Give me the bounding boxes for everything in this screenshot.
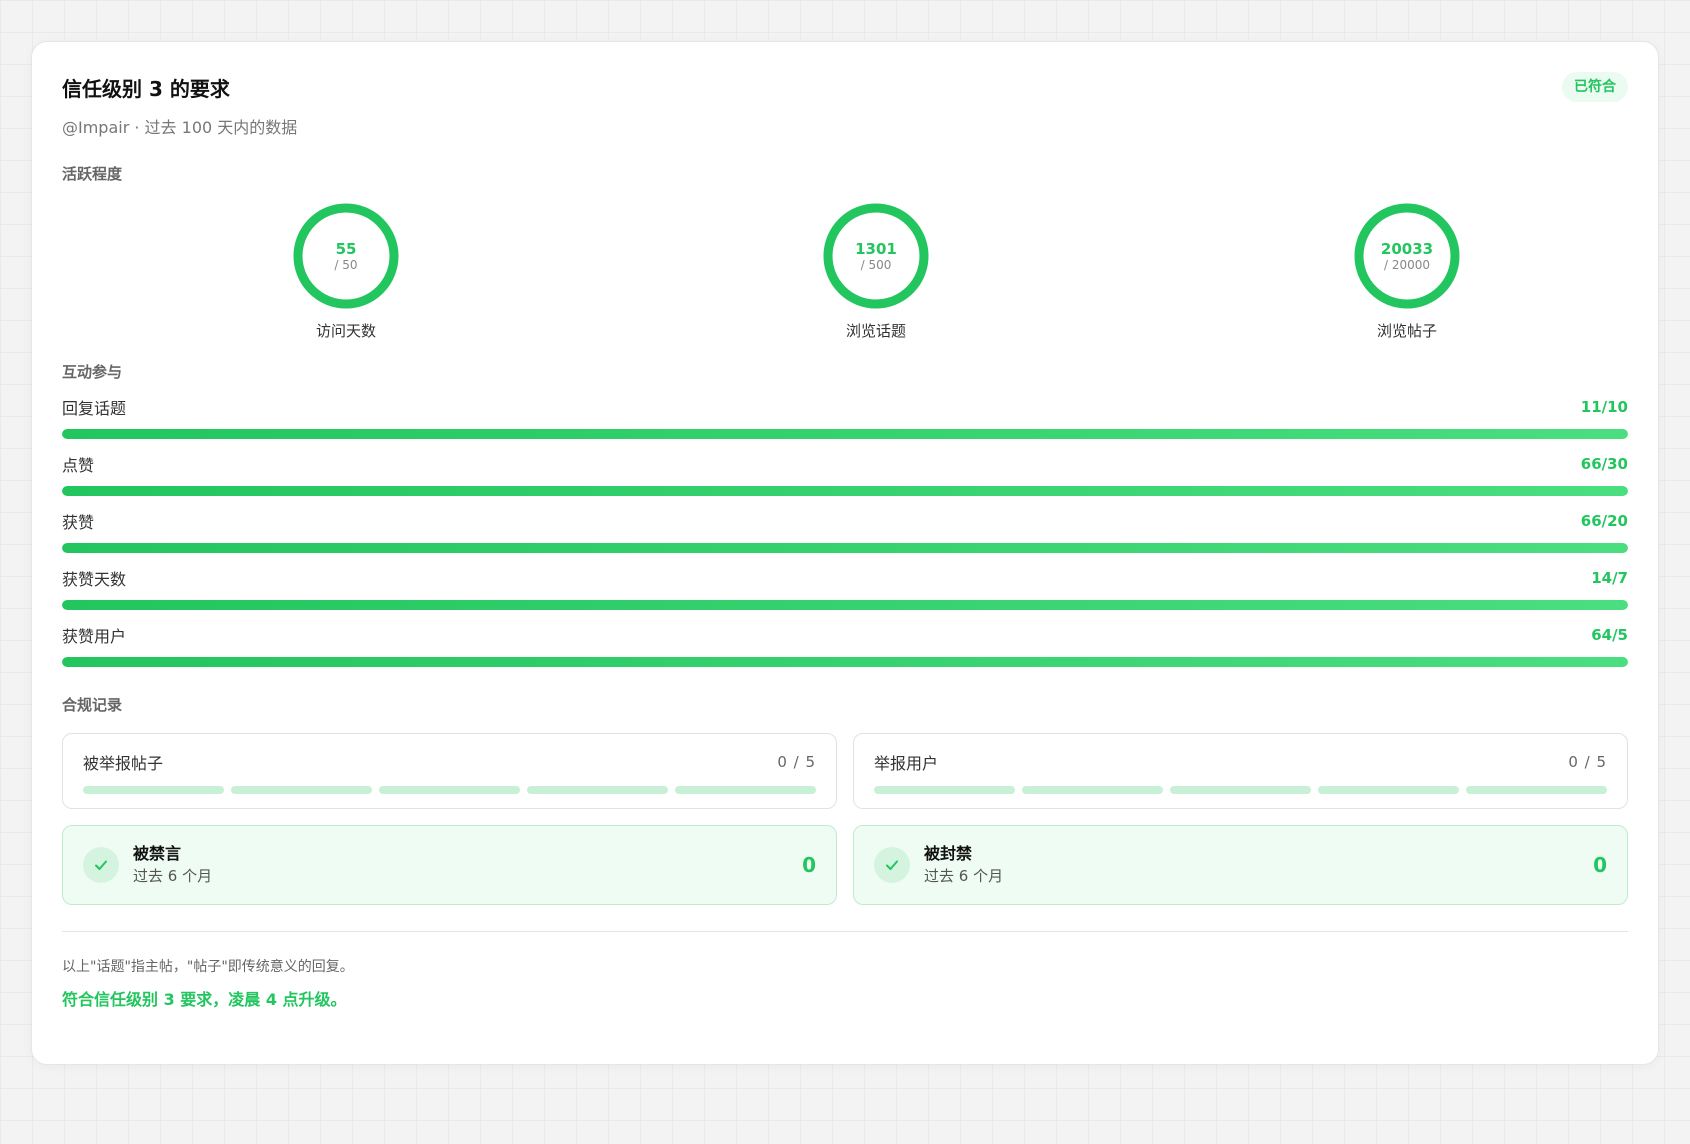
report-grid: 被举报帖子 0 / 5 举报用户 0 / 5	[62, 733, 1628, 809]
segment	[1022, 786, 1163, 794]
status-title: 被禁言	[133, 844, 182, 863]
page-subtitle: @Impair · 过去 100 天内的数据	[62, 118, 298, 137]
status-silenced: 被禁言 过去 6 个月 0	[62, 825, 837, 905]
bar-liked-users: 获赞用户 64/5	[62, 624, 1628, 667]
bar-likes-received: 获赞 66/20	[62, 510, 1628, 553]
ring-label: 访问天数	[315, 322, 376, 340]
ring-target: / 500	[860, 258, 892, 272]
report-count: 0 / 5	[777, 753, 816, 771]
section-label-activity: 活跃程度	[62, 165, 123, 183]
bar-value: 11/10	[1580, 398, 1628, 416]
status-suspended: 被封禁 过去 6 个月 0	[853, 825, 1628, 905]
progress-bar	[62, 486, 1628, 496]
bar-label: 回复话题	[62, 399, 127, 418]
segment	[874, 786, 1015, 794]
trust-level-card: 信任级别 3 的要求 已符合 @Impair · 过去 100 天内的数据 活跃…	[31, 41, 1659, 1065]
progress-fill	[62, 543, 1628, 553]
status-title: 被封禁	[924, 844, 973, 863]
ring-value: 55	[335, 240, 357, 258]
progress-ring: 20033 / 20000	[1353, 202, 1461, 310]
segment-bar	[874, 786, 1607, 794]
progress-fill	[62, 657, 1628, 667]
check-icon	[83, 847, 119, 883]
ring-value: 20033	[1380, 240, 1434, 258]
report-count: 0 / 5	[1568, 753, 1607, 771]
bar-likes-given: 点赞 66/30	[62, 453, 1628, 496]
bar-label: 获赞用户	[62, 627, 127, 646]
progress-bar	[62, 429, 1628, 439]
section-label-engagement: 互动参与	[62, 363, 123, 381]
progress-fill	[62, 600, 1628, 610]
activity-rings: 55 / 50 访问天数 1301 / 500 浏览话题 20033 / 200…	[62, 184, 1628, 362]
bar-label: 获赞天数	[62, 570, 127, 589]
ring-posts-read: 20033 / 20000 浏览帖子	[1337, 202, 1477, 340]
progress-fill	[62, 429, 1628, 439]
status-subtitle: 过去 6 个月	[924, 867, 1004, 885]
divider	[62, 931, 1628, 932]
bar-value: 14/7	[1591, 569, 1628, 587]
segment	[1466, 786, 1607, 794]
check-icon	[874, 847, 910, 883]
ring-value: 1301	[855, 240, 897, 258]
engagement-bars: 回复话题 11/10 点赞 66/30 获赞 66/20 获赞天数 14/7 获…	[62, 396, 1628, 667]
bar-liked-days: 获赞天数 14/7	[62, 567, 1628, 610]
report-flagged-users: 举报用户 0 / 5	[853, 733, 1628, 809]
ring-target: / 20000	[1383, 258, 1431, 272]
bar-value: 64/5	[1591, 626, 1628, 644]
segment	[379, 786, 520, 794]
result-message: 符合信任级别 3 要求，凌晨 4 点升级。	[62, 990, 347, 1009]
status-count: 0	[802, 853, 816, 877]
segment	[231, 786, 372, 794]
card-header: 信任级别 3 的要求 已符合	[62, 72, 1628, 102]
progress-bar	[62, 600, 1628, 610]
bar-value: 66/20	[1580, 512, 1628, 530]
status-grid: 被禁言 过去 6 个月 0 被封禁 过去 6 个月 0	[62, 825, 1628, 905]
footnote: 以上"话题"指主帖，"帖子"即传统意义的回复。	[62, 959, 354, 975]
report-flagged-posts: 被举报帖子 0 / 5	[62, 733, 837, 809]
progress-ring: 1301 / 500	[822, 202, 930, 310]
progress-ring: 55 / 50	[292, 202, 400, 310]
bar-topics-replied: 回复话题 11/10	[62, 396, 1628, 439]
status-count: 0	[1593, 853, 1607, 877]
page-title: 信任级别 3 的要求	[62, 77, 230, 101]
segment	[83, 786, 224, 794]
progress-fill	[62, 486, 1628, 496]
ring-visit-days: 55 / 50 访问天数	[276, 202, 416, 340]
section-label-compliance: 合规记录	[62, 696, 123, 714]
segment-bar	[83, 786, 816, 794]
bar-label: 点赞	[62, 456, 95, 475]
report-label: 举报用户	[874, 754, 939, 773]
ring-topics-viewed: 1301 / 500 浏览话题	[806, 202, 946, 340]
progress-bar	[62, 657, 1628, 667]
status-badge: 已符合	[1562, 72, 1628, 102]
ring-label: 浏览帖子	[1376, 322, 1437, 340]
segment	[675, 786, 816, 794]
status-subtitle: 过去 6 个月	[133, 867, 213, 885]
segment	[1318, 786, 1459, 794]
report-label: 被举报帖子	[83, 754, 164, 773]
progress-bar	[62, 543, 1628, 553]
ring-label: 浏览话题	[845, 322, 906, 340]
segment	[527, 786, 668, 794]
bar-label: 获赞	[62, 513, 95, 532]
ring-target: / 50	[334, 258, 358, 272]
bar-value: 66/30	[1580, 455, 1628, 473]
segment	[1170, 786, 1311, 794]
